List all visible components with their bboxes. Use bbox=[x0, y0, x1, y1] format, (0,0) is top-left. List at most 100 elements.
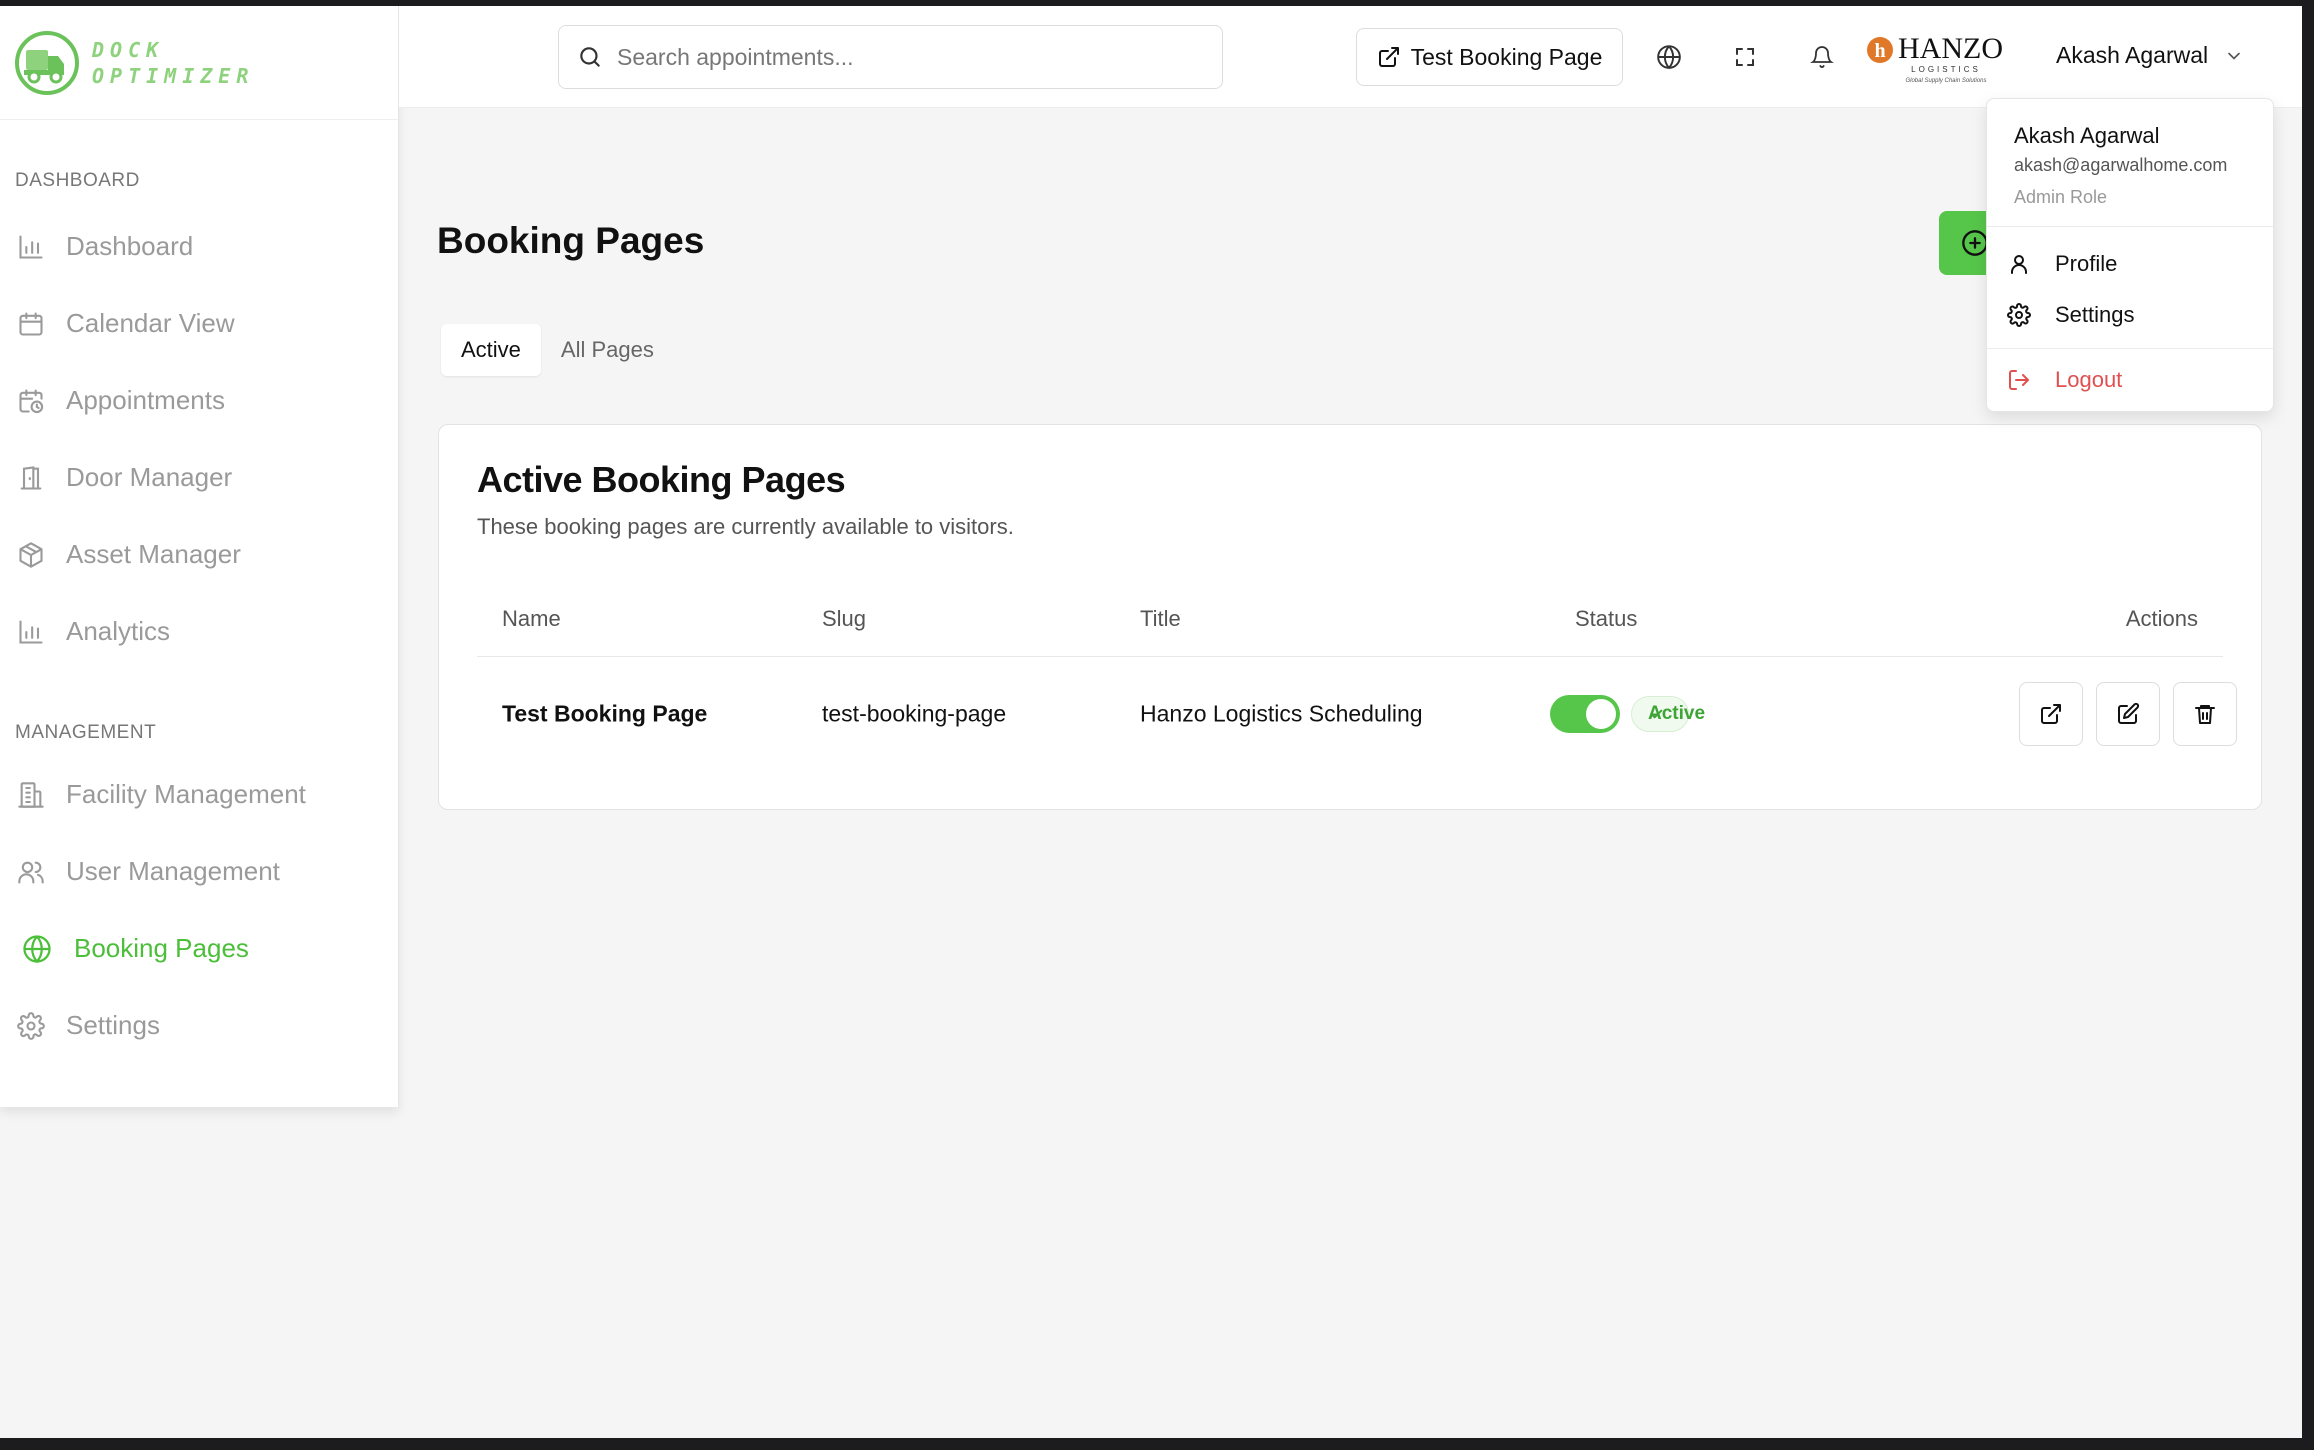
user-menu-button[interactable]: Akash Agarwal bbox=[2056, 42, 2244, 69]
table-header: Name Slug Title Status Actions bbox=[477, 581, 2223, 657]
users-icon bbox=[15, 856, 47, 888]
column-header-title: Title bbox=[1140, 605, 1181, 631]
fullscreen-icon bbox=[1736, 48, 1754, 66]
gear-icon bbox=[15, 1010, 47, 1042]
sidebar-item-door-manager[interactable]: Door Manager bbox=[0, 439, 398, 516]
menu-item-label: Profile bbox=[2055, 251, 2118, 276]
svg-text:Global Supply Chain Solutions: Global Supply Chain Solutions bbox=[1905, 78, 1986, 84]
sidebar-item-asset-manager[interactable]: Asset Manager bbox=[0, 516, 398, 593]
sidebar-item-user-management[interactable]: User Management bbox=[0, 833, 398, 910]
menu-user-role: Admin Role bbox=[2014, 187, 2108, 207]
sidebar-item-label: Facility Management bbox=[66, 779, 306, 809]
door-icon bbox=[15, 462, 47, 494]
bar-chart-icon bbox=[15, 231, 47, 263]
building-icon bbox=[15, 779, 47, 811]
app-name: DOCK OPTIMIZER bbox=[92, 37, 255, 88]
hanzo-logo: h HANZO LOGISTICS Global Supply Chain So… bbox=[1866, 32, 2006, 86]
active-booking-pages-card: Active Booking Pages These booking pages… bbox=[438, 424, 2262, 810]
tab-list: Active All Pages bbox=[437, 321, 678, 379]
tab-all-pages[interactable]: All Pages bbox=[541, 324, 674, 376]
card-subtitle: These booking pages are currently availa… bbox=[477, 514, 1014, 539]
status-badge-label: Active bbox=[1648, 703, 1706, 724]
table-row: Test Booking Page test-booking-page Hanz… bbox=[477, 657, 2237, 771]
cell-slug: test-booking-page bbox=[822, 700, 1007, 727]
menu-item-logout[interactable]: Logout bbox=[1987, 356, 2273, 404]
sidebar-item-label: Settings bbox=[66, 1010, 160, 1040]
gear-icon bbox=[2007, 303, 2031, 327]
cell-name: Test Booking Page bbox=[502, 700, 708, 727]
page-title: Booking Pages bbox=[437, 220, 705, 261]
top-header: Test Booking Page h HANZO LOGISTICS Glob… bbox=[399, 6, 2302, 108]
menu-divider bbox=[1987, 226, 2273, 227]
svg-text:h: h bbox=[1874, 40, 1885, 62]
user-dropdown-menu: Akash Agarwal akash@agarwalhome.com Admi… bbox=[1986, 98, 2274, 412]
sidebar-item-booking-pages[interactable]: Booking Pages bbox=[0, 910, 398, 987]
status-toggle[interactable] bbox=[1550, 695, 1620, 733]
external-link-icon bbox=[2041, 704, 2061, 724]
plus-circle-icon bbox=[1962, 230, 1988, 256]
search-icon bbox=[580, 47, 600, 67]
column-header-status: Status bbox=[1575, 605, 1638, 631]
sidebar-item-dashboard[interactable]: Dashboard bbox=[0, 208, 398, 285]
tab-active[interactable]: Active bbox=[441, 324, 541, 376]
sidebar-item-label: User Management bbox=[66, 856, 280, 886]
search-input[interactable] bbox=[617, 43, 1197, 71]
package-icon bbox=[15, 539, 47, 571]
menu-item-settings[interactable]: Settings bbox=[1987, 291, 2273, 339]
svg-text:HANZO: HANZO bbox=[1898, 32, 2003, 65]
svg-text:LOGISTICS: LOGISTICS bbox=[1911, 65, 1981, 74]
sidebar-item-label: Asset Manager bbox=[66, 539, 241, 569]
globe-icon bbox=[21, 933, 53, 965]
truck-logo-icon bbox=[15, 30, 79, 95]
menu-item-label: Logout bbox=[2055, 367, 2123, 392]
trash-icon bbox=[2195, 705, 2215, 724]
column-header-name: Name bbox=[502, 605, 561, 631]
open-page-button[interactable] bbox=[2019, 682, 2083, 746]
status-badge: Active bbox=[1631, 696, 1705, 732]
calendar-clock-icon bbox=[15, 385, 47, 417]
app-logo[interactable]: DOCK OPTIMIZER bbox=[0, 6, 398, 120]
sidebar-item-label: Dashboard bbox=[66, 231, 194, 261]
fullscreen-button[interactable] bbox=[1731, 43, 1759, 71]
sidebar-item-calendar-view[interactable]: Calendar View bbox=[0, 285, 398, 362]
globe-icon bbox=[1657, 45, 1681, 70]
bell-icon bbox=[1810, 46, 1834, 68]
sidebar-item-analytics[interactable]: Analytics bbox=[0, 593, 398, 670]
menu-item-profile[interactable]: Profile bbox=[1987, 240, 2273, 288]
sidebar-item-settings[interactable]: Settings bbox=[0, 987, 398, 1064]
menu-item-label: Settings bbox=[2055, 302, 2135, 327]
language-button[interactable] bbox=[1655, 43, 1683, 71]
sidebar-item-label: Booking Pages bbox=[74, 933, 249, 963]
sidebar-item-label: Analytics bbox=[66, 616, 171, 646]
section-label-dashboard: DASHBOARD bbox=[15, 170, 140, 191]
edit-icon bbox=[2118, 702, 2140, 724]
section-label-management: MANAGEMENT bbox=[15, 722, 157, 743]
user-icon bbox=[2011, 255, 2027, 274]
menu-divider bbox=[1987, 348, 2273, 349]
search-box[interactable] bbox=[558, 25, 1223, 89]
menu-user-email: akash@agarwalhome.com bbox=[2014, 155, 2228, 175]
notifications-button[interactable] bbox=[1808, 43, 1836, 71]
menu-user-name: Akash Agarwal bbox=[2014, 123, 2160, 148]
delete-page-button[interactable] bbox=[2173, 682, 2237, 746]
bar-chart-icon bbox=[15, 616, 47, 648]
logout-icon bbox=[2009, 370, 2029, 390]
sidebar-item-label: Door Manager bbox=[66, 462, 233, 492]
test-booking-page-button[interactable]: Test Booking Page bbox=[1356, 28, 1623, 86]
sidebar-item-appointments[interactable]: Appointments bbox=[0, 362, 398, 439]
sidebar-item-facility-management[interactable]: Facility Management bbox=[0, 756, 398, 833]
sidebar-item-label: Calendar View bbox=[66, 308, 235, 338]
sidebar-item-label: Appointments bbox=[66, 385, 225, 415]
user-name: Akash Agarwal bbox=[2056, 42, 2209, 68]
external-link-icon bbox=[1378, 47, 1399, 67]
column-header-slug: Slug bbox=[822, 605, 867, 631]
calendar-icon bbox=[15, 308, 47, 340]
chevron-down-icon bbox=[2228, 52, 2240, 60]
card-title: Active Booking Pages bbox=[477, 459, 846, 500]
sidebar: DOCK OPTIMIZER DASHBOARD Dashboard Calen… bbox=[0, 6, 399, 1107]
edit-page-button[interactable] bbox=[2096, 682, 2160, 746]
app-window: DOCK OPTIMIZER DASHBOARD Dashboard Calen… bbox=[0, 6, 2302, 1438]
column-header-actions: Actions bbox=[2125, 605, 2198, 631]
test-booking-page-label: Test Booking Page bbox=[1410, 43, 1603, 70]
cell-title: Hanzo Logistics Scheduling bbox=[1140, 700, 1423, 727]
